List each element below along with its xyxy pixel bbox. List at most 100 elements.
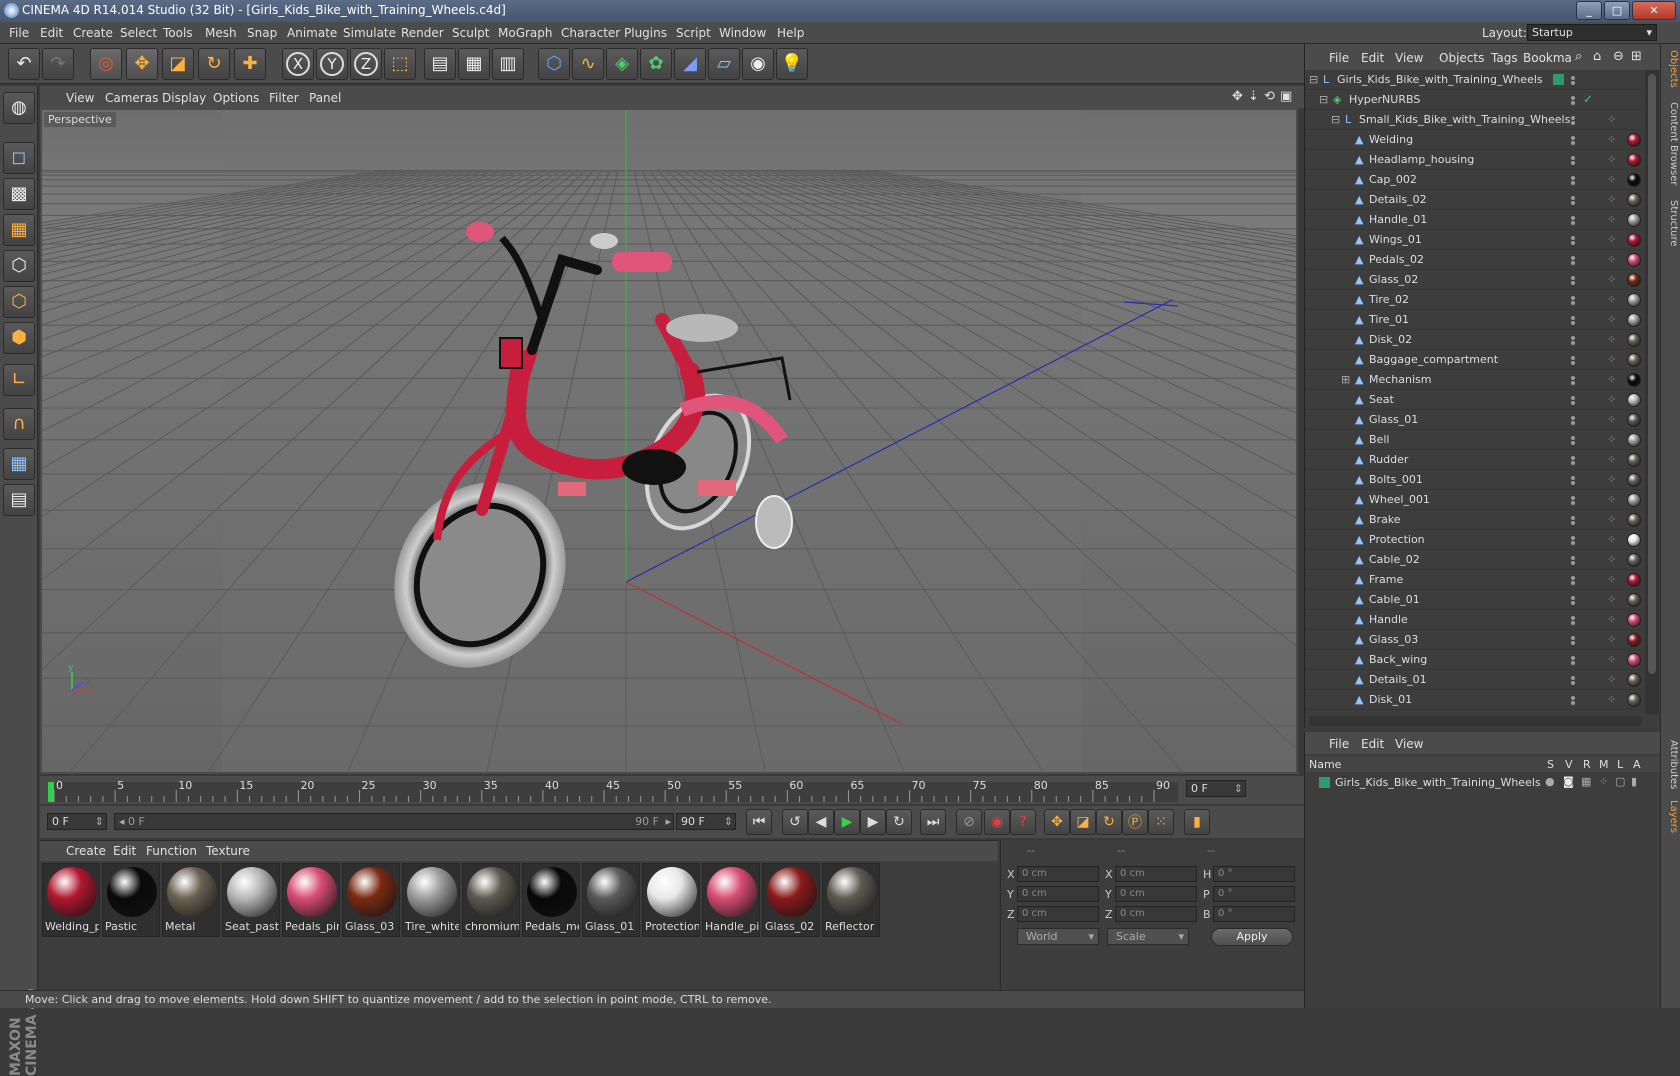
tree-row-object[interactable]: ▲ Tire_01 ⁘ [1305, 310, 1641, 330]
obj-menu-view[interactable]: View [1395, 51, 1423, 65]
key-param-button[interactable]: Ⓟ [1122, 809, 1148, 835]
viewport-menu-cameras[interactable]: Cameras [105, 91, 158, 105]
polygons-mode-button[interactable]: ⬢ [3, 322, 35, 354]
tree-row-root[interactable]: ⊟ L Girls_Kids_Bike_with_Training_Wheels [1305, 70, 1641, 90]
cube-button[interactable]: ⬡ [538, 48, 570, 80]
tree-row-object[interactable]: ▲ Welding ⁘ [1305, 130, 1641, 150]
visibility-dots[interactable] [1571, 576, 1579, 585]
tree-row-object[interactable]: ▲ Glass_01 ⁘ [1305, 410, 1641, 430]
material-tag-icon[interactable] [1627, 573, 1641, 587]
array-button[interactable]: ✿ [640, 48, 672, 80]
prev-key-button[interactable]: ↺ [782, 809, 808, 835]
z-axis-button[interactable]: Z [350, 48, 382, 80]
viewport-menu-filter[interactable]: Filter [269, 91, 299, 105]
visibility-dots[interactable] [1571, 316, 1579, 325]
layer-menu-file[interactable]: File [1329, 737, 1349, 751]
menu-file[interactable]: File [9, 26, 29, 40]
obj-menu-edit[interactable]: Edit [1361, 51, 1384, 65]
viewport-nav-zoom-icon[interactable]: ⇣ [1248, 89, 1259, 104]
phong-tag-icon[interactable]: ⁘ [1607, 553, 1616, 566]
mat-menu-texture[interactable]: Texture [206, 844, 250, 858]
next-frame-button[interactable]: ▶ [860, 809, 886, 835]
phong-tag-icon[interactable]: ⁘ [1607, 473, 1616, 486]
menu-render[interactable]: Render [401, 26, 444, 40]
material-tag-icon[interactable] [1627, 213, 1641, 227]
floor-button[interactable]: ▱ [708, 48, 740, 80]
live-select-button[interactable]: ◎ [90, 48, 122, 80]
visibility-dots[interactable] [1571, 216, 1579, 225]
phong-tag-icon[interactable]: ⁘ [1607, 433, 1616, 446]
key-rotation-button[interactable]: ↻ [1096, 809, 1122, 835]
mat-menu-create[interactable]: Create [66, 844, 106, 858]
move-plus-button[interactable]: ✚ [234, 48, 266, 80]
tree-row-object[interactable]: ▲ Handle_01 ⁘ [1305, 210, 1641, 230]
visibility-dots[interactable] [1571, 476, 1579, 485]
animation-icon[interactable]: ▮ [1631, 775, 1637, 788]
visibility-dots[interactable] [1571, 536, 1579, 545]
material-tag-icon[interactable] [1627, 393, 1641, 407]
obj-menu-file[interactable]: File [1329, 51, 1349, 65]
x-axis-button[interactable]: X [282, 48, 314, 80]
material-tag-icon[interactable] [1627, 273, 1641, 287]
material-tag-icon[interactable] [1627, 153, 1641, 167]
timeline-ruler[interactable]: 0 5 10 15 20 25 30 35 40 45 50 55 60 65 70 75 80 85 90 0 F… [40, 776, 1304, 804]
menu-edit[interactable]: Edit [40, 26, 63, 40]
visibility-dots[interactable] [1571, 76, 1579, 85]
tab-objects[interactable]: Objects [1663, 50, 1679, 88]
material-tag-icon[interactable] [1627, 553, 1641, 567]
tree-row-object[interactable]: ▲ Cable_02 ⁘ [1305, 550, 1641, 570]
menu-select[interactable]: Select [120, 26, 157, 40]
size-x-field[interactable]: 0 cm [1115, 866, 1197, 882]
render-icon[interactable]: ▦ [1581, 775, 1591, 788]
viewport-nav-move-icon[interactable]: ✥ [1232, 89, 1243, 104]
expand-icon[interactable]: ⊞ [1341, 373, 1350, 386]
collapse-icon[interactable]: ⊟ [1319, 93, 1328, 106]
tree-row-object[interactable]: ▲ Bell ⁘ [1305, 430, 1641, 450]
size-z-field[interactable]: 0 cm [1115, 906, 1197, 922]
material-tag-icon[interactable] [1627, 473, 1641, 487]
search-icon[interactable]: ⌕ [1575, 49, 1582, 64]
timeline-window-button[interactable]: ▮ [1184, 809, 1210, 835]
material-swatch[interactable]: Reflector [822, 863, 880, 937]
phong-tag-icon[interactable]: ⁘ [1607, 113, 1616, 126]
material-tag-icon[interactable] [1627, 413, 1641, 427]
phong-tag-icon[interactable]: ⁘ [1607, 693, 1616, 706]
visibility-dots[interactable] [1571, 416, 1579, 425]
material-swatch[interactable]: Protection [642, 863, 700, 937]
material-tag-icon[interactable] [1627, 233, 1641, 247]
maximize-button[interactable]: □ [1604, 1, 1630, 20]
phong-tag-icon[interactable]: ⁘ [1607, 573, 1616, 586]
tree-row-object[interactable]: ⊞ ▲ Mechanism ⁘ [1305, 370, 1641, 390]
visible-icon[interactable]: ◙ [1563, 775, 1574, 788]
visibility-dots[interactable] [1571, 676, 1579, 685]
points-mode-button[interactable]: ⬡ [3, 250, 35, 282]
visibility-dots[interactable] [1571, 396, 1579, 405]
material-swatch[interactable]: Tire_white [402, 863, 460, 937]
axis-mode-button[interactable]: ∟ [3, 364, 35, 396]
phong-tag-icon[interactable]: ⁘ [1607, 373, 1616, 386]
material-tag-icon[interactable] [1627, 333, 1641, 347]
mat-menu-edit[interactable]: Edit [113, 844, 136, 858]
material-tag-icon[interactable] [1627, 253, 1641, 267]
phong-tag-icon[interactable]: ⁘ [1607, 313, 1616, 326]
locked-workplane-button[interactable]: ▤ [3, 484, 35, 516]
visibility-dots[interactable] [1571, 696, 1579, 705]
tree-row-object[interactable]: ▲ Back_wing ⁘ [1305, 650, 1641, 670]
tree-row-object[interactable]: ▲ Frame ⁘ [1305, 570, 1641, 590]
phong-tag-icon[interactable]: ⁘ [1607, 153, 1616, 166]
layer-color-swatch[interactable] [1319, 777, 1330, 788]
tree-row-object[interactable]: ▲ Details_01 ⁘ [1305, 670, 1641, 690]
material-swatch[interactable]: Pedals_met [522, 863, 580, 937]
prev-frame-button[interactable]: ◀ [808, 809, 834, 835]
position-x-field[interactable]: 0 cm [1017, 866, 1099, 882]
visibility-dots[interactable] [1571, 376, 1579, 385]
phong-tag-icon[interactable]: ⁘ [1607, 513, 1616, 526]
minimize-button[interactable]: _ [1576, 1, 1602, 20]
phong-tag-icon[interactable]: ⁘ [1607, 593, 1616, 606]
material-swatch[interactable]: Seat_pastic [222, 863, 280, 937]
material-tag-icon[interactable] [1627, 673, 1641, 687]
phong-tag-icon[interactable]: ⁘ [1607, 333, 1616, 346]
phong-tag-icon[interactable]: ⁘ [1607, 533, 1616, 546]
perspective-viewport[interactable]: y x z Perspective [40, 108, 1298, 774]
tree-row-object[interactable]: ▲ Tire_02 ⁘ [1305, 290, 1641, 310]
